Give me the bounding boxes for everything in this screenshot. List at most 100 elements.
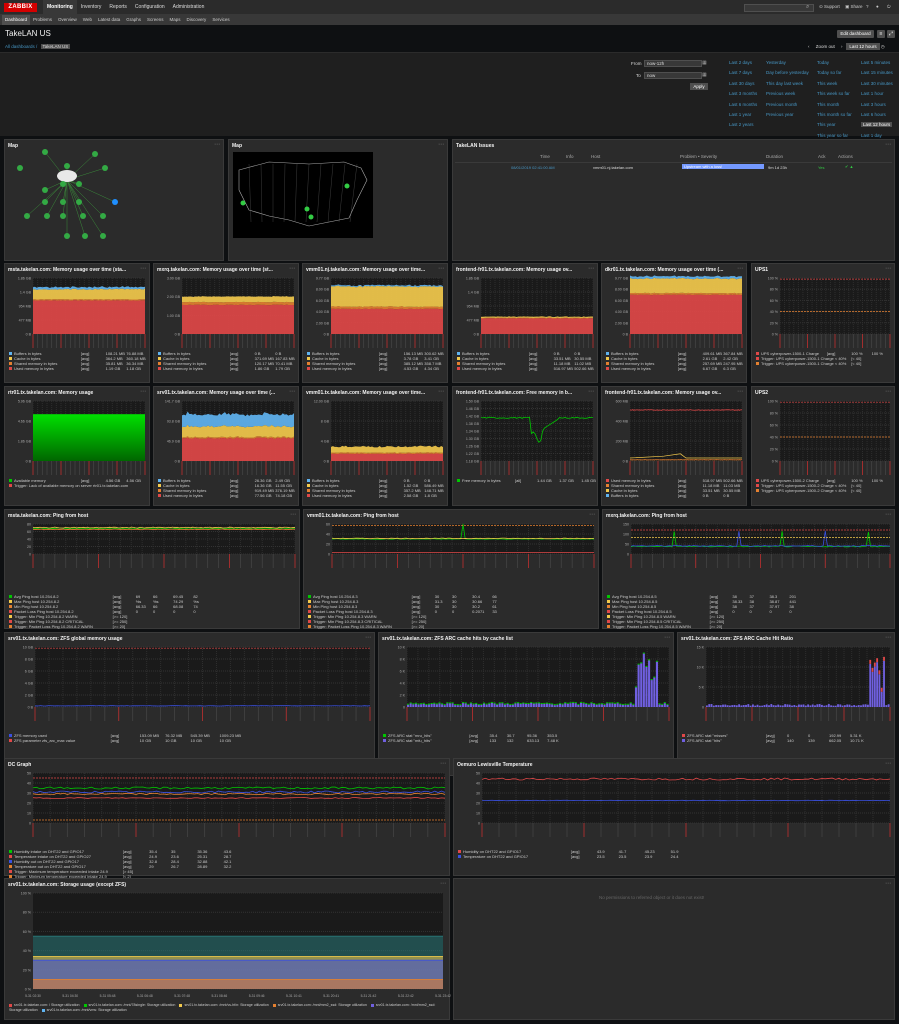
quick-range-previous-year[interactable]: Previous year xyxy=(766,112,794,117)
to-calendar-icon[interactable]: ▦ xyxy=(702,72,707,78)
quick-range-last-1-day[interactable]: Last 1 day xyxy=(861,133,882,138)
issues-column-header[interactable]: Host xyxy=(591,154,600,159)
graph-plot[interactable]: 3.00 GB 2.00 GB 1.00 GB 0 B xyxy=(154,264,300,356)
quick-range-last-12-hours[interactable]: Last 12 hours xyxy=(861,122,893,128)
menu-reports[interactable]: Reports xyxy=(105,0,131,15)
menu-inventory[interactable]: Inventory xyxy=(77,0,106,15)
next-period-icon[interactable]: › xyxy=(841,44,843,49)
us-map[interactable] xyxy=(229,140,449,262)
graph-plot[interactable]: 1.86 GB 1.4 GB 954 MB 477 MB 0 B xyxy=(5,264,151,356)
search-input[interactable] xyxy=(744,4,814,12)
menu-administration[interactable]: Administration xyxy=(169,0,209,15)
quick-range-today[interactable]: Today xyxy=(817,60,829,65)
widget-menu-icon[interactable]: ⋯ xyxy=(885,141,891,148)
quick-range-last-1-hour[interactable]: Last 1 hour xyxy=(861,91,884,96)
issues-column-header[interactable]: Actions xyxy=(838,154,853,159)
graph-plot[interactable]: 12.00 GB 8 GB 4 GB 0 B xyxy=(303,387,449,483)
quick-range-this-week-so-far[interactable]: This week so far xyxy=(817,91,850,96)
quick-range-this-month[interactable]: This month xyxy=(817,102,839,107)
quick-range-yesterday[interactable]: Yesterday xyxy=(766,60,786,65)
quick-range-day-before-yesterday[interactable]: Day before yesterday xyxy=(766,70,809,75)
widget-menu-icon[interactable]: ⋯ xyxy=(885,880,891,887)
quick-range-last-2-years[interactable]: Last 2 years xyxy=(729,122,754,127)
graph-plot[interactable]: 15 K 10 K 5 K 0 xyxy=(678,633,896,729)
from-calendar-icon[interactable]: ▦ xyxy=(702,60,707,66)
graph-plot[interactable]: 9.77 GB 8.00 GB 6.00 GB 4.00 GB 2.00 GB 0 B xyxy=(602,264,748,356)
network-map[interactable] xyxy=(5,140,225,262)
graph-plot[interactable]: 50 40 30 20 10 0 xyxy=(5,759,451,845)
issues-column-header[interactable]: Info xyxy=(566,154,574,159)
issue-host[interactable]: vmm01.nj.takelan.com xyxy=(593,165,633,170)
quick-range-last-2-days[interactable]: Last 2 days xyxy=(729,60,752,65)
issue-row[interactable]: 08/01/2019 02:41:00 AM vmm01.nj.takelan.c… xyxy=(455,162,892,170)
quick-range-last-30-days[interactable]: Last 30 days xyxy=(729,81,755,86)
sign-out-icon[interactable]: ⏻ xyxy=(887,4,891,9)
breadcrumb-all-dashboards[interactable]: All dashboards xyxy=(5,44,35,49)
quick-range-previous-month[interactable]: Previous month xyxy=(766,102,797,107)
subnav-discovery[interactable]: Discovery xyxy=(184,15,210,25)
issue-problem[interactable]: Upstream with a loss! xyxy=(682,164,764,169)
to-input[interactable]: now xyxy=(644,72,702,79)
graph-plot[interactable]: 150 100 50 0 xyxy=(603,510,896,576)
help-icon[interactable]: ? xyxy=(866,4,869,9)
issues-column-header[interactable]: Duration xyxy=(766,154,783,159)
quick-range-this-week[interactable]: This week xyxy=(817,81,837,86)
clock-icon[interactable]: ◷ xyxy=(881,44,885,49)
quick-range-this-day-last-week[interactable]: This day last week xyxy=(766,81,803,86)
quick-range-last-6-hours[interactable]: Last 6 hours xyxy=(861,112,886,117)
subnav-web[interactable]: Web xyxy=(80,15,95,25)
graph-plot[interactable]: 10 GB 8 GB 6 GB 4 GB 2 GB 0 B xyxy=(5,633,376,729)
quick-range-last-7-days[interactable]: Last 7 days xyxy=(729,70,752,75)
quick-range-last-3-hours[interactable]: Last 3 hours xyxy=(861,102,886,107)
breadcrumb-current[interactable]: TakeLAN US xyxy=(40,44,71,49)
storage-graph-plot[interactable]: 100 % 80 % 60 % 40 % 20 % 0 % 5-31 02:30 5-31 0… xyxy=(5,879,451,1021)
user-icon[interactable]: ● xyxy=(876,4,879,9)
subnav-graphs[interactable]: Graphs xyxy=(123,15,144,25)
graph-plot[interactable]: 1.86 GB 1.4 GB 954 MB 477 MB 0 B xyxy=(453,264,599,356)
graph-plot[interactable]: 1.50 GB 1.46 GB 1.42 GB 1.38 GB 1.34 GB 1.30 … xyxy=(453,387,599,483)
subnav-dashboard[interactable]: Dashboard xyxy=(2,15,31,25)
quick-range-this-month-so-far[interactable]: This month so far xyxy=(817,112,852,117)
from-input[interactable]: now-12h xyxy=(644,60,702,67)
quick-range-last-6-months[interactable]: Last 6 months xyxy=(729,102,757,107)
issue-time[interactable]: 08/01/2019 02:41:00 AM xyxy=(511,165,555,170)
quick-range-last-30-minutes[interactable]: Last 30 minutes xyxy=(861,81,893,86)
graph-plot[interactable]: 100 % 80 % 60 % 40 % 20 % 0 % xyxy=(752,264,896,356)
menu-configuration[interactable]: Configuration xyxy=(131,0,169,15)
graph-plot[interactable]: 50 40 30 20 10 0 xyxy=(454,759,896,845)
subnav-maps[interactable]: Maps xyxy=(167,15,184,25)
quick-range-last-15-minutes[interactable]: Last 15 minutes xyxy=(861,70,893,75)
edit-dashboard-button[interactable]: Edit dashboard xyxy=(837,30,874,38)
graph-plot[interactable]: 80 60 40 20 0 xyxy=(5,510,301,576)
subnav-latest-data[interactable]: Latest data xyxy=(95,15,123,25)
quick-range-last-1-year[interactable]: Last 1 year xyxy=(729,112,751,117)
issues-column-header[interactable]: Problem • Severity xyxy=(680,154,717,159)
time-range-tab[interactable]: Last 12 hours xyxy=(846,43,880,50)
quick-range-last-5-minutes[interactable]: Last 5 minutes xyxy=(861,60,890,65)
fullscreen-icon[interactable]: ⤢ xyxy=(887,30,895,38)
graph-plot[interactable]: 100 % 80 % 60 % 40 % 20 % 0 % xyxy=(752,387,896,483)
quick-range-this-year-so-far[interactable]: This year so far xyxy=(817,133,848,138)
prev-period-icon[interactable]: ‹ xyxy=(808,44,810,49)
graph-plot[interactable]: 600 MB 400 MB 200 MB 0 B xyxy=(602,387,748,483)
graph-plot[interactable]: 10 K 8 K 6 K 4 K 2 K 0 xyxy=(379,633,675,729)
menu-monitoring[interactable]: Monitoring xyxy=(43,0,77,15)
quick-range-this-year[interactable]: This year xyxy=(817,122,836,127)
support-link[interactable]: ⊙ Support xyxy=(819,4,840,10)
subnav-services[interactable]: Services xyxy=(209,15,232,25)
quick-range-last-3-months[interactable]: Last 3 months xyxy=(729,91,757,96)
graph-plot[interactable]: 141.7 GB 93.8 GB 46.9 GB 0 B xyxy=(154,387,300,483)
subnav-screens[interactable]: Screens xyxy=(144,15,167,25)
issue-actions-icon[interactable]: ✔ ▲ xyxy=(845,164,853,169)
subnav-overview[interactable]: Overview xyxy=(55,15,80,25)
zabbix-logo[interactable]: ZABBIX xyxy=(4,3,37,12)
actions-menu-icon[interactable]: ≡ xyxy=(877,30,885,38)
search-icon[interactable]: ⌕ xyxy=(806,4,809,11)
apply-button[interactable]: Apply xyxy=(690,83,708,90)
zoom-out-button[interactable]: Zoom out xyxy=(816,44,835,49)
subnav-problems[interactable]: Problems xyxy=(30,15,55,25)
graph-plot[interactable]: 9.77 GB 8.00 GB 6.00 GB 4.00 GB 2.00 GB 0 B xyxy=(303,264,449,356)
quick-range-previous-week[interactable]: Previous week xyxy=(766,91,795,96)
quick-range-today-so-far[interactable]: Today so far xyxy=(817,70,842,75)
graph-plot[interactable]: 5.96 GB 4.66 GB 1.86 GB 0 B xyxy=(5,387,151,483)
